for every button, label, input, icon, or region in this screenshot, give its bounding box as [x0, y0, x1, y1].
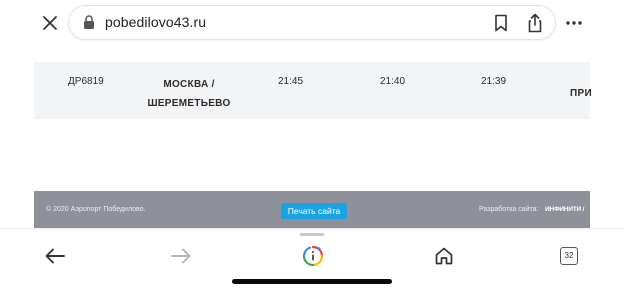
destination-line-2: ШЕРЕМЕТЬЕВО — [147, 98, 231, 109]
copyright-text: © 2020 Аэропорт Победилово. — [46, 206, 146, 213]
home-indicator[interactable] — [232, 279, 392, 284]
home-icon[interactable] — [434, 246, 454, 266]
flight-row: ДР6819 МОСКВА / ШЕРЕМЕТЬЕВО 21:45 21:40 … — [34, 62, 592, 119]
browser-bottom-bar: 32 — [0, 228, 624, 289]
url-text: pobedilovo43.ru — [105, 14, 207, 30]
flight-status: ПРИ — [570, 88, 592, 99]
forward-arrow-icon[interactable] — [170, 247, 192, 265]
flight-number: ДР6819 — [68, 76, 104, 87]
flight-time-scheduled: 21:45 — [278, 76, 304, 87]
tabs-icon[interactable]: 32 — [560, 247, 578, 265]
close-icon[interactable] — [40, 13, 60, 33]
address-bar[interactable]: pobedilovo43.ru — [69, 6, 555, 39]
site-footer: © 2020 Аэропорт Победилово. Печать сайта… — [34, 191, 590, 228]
browser-top-bar: pobedilovo43.ru — [0, 0, 624, 46]
developer-label: Разработка сайта: — [479, 206, 539, 213]
destination-line-1: МОСКВА / — [163, 79, 215, 90]
back-arrow-icon[interactable] — [44, 247, 66, 265]
bookmark-icon[interactable] — [493, 14, 509, 32]
lock-icon — [84, 15, 94, 29]
assistant-icon[interactable] — [302, 245, 324, 267]
sheet-handle[interactable] — [300, 233, 324, 236]
developer-logo[interactable]: ИНФИНИТИ / — [545, 206, 584, 213]
more-icon[interactable] — [564, 13, 584, 33]
print-site-button[interactable]: Печать сайта — [281, 203, 347, 219]
flight-time-actual: 21:39 — [481, 76, 507, 87]
flight-time-expected: 21:40 — [380, 76, 406, 87]
flight-destination: МОСКВА / ШЕРЕМЕТЬЕВО — [144, 75, 234, 113]
share-icon[interactable] — [526, 13, 544, 33]
